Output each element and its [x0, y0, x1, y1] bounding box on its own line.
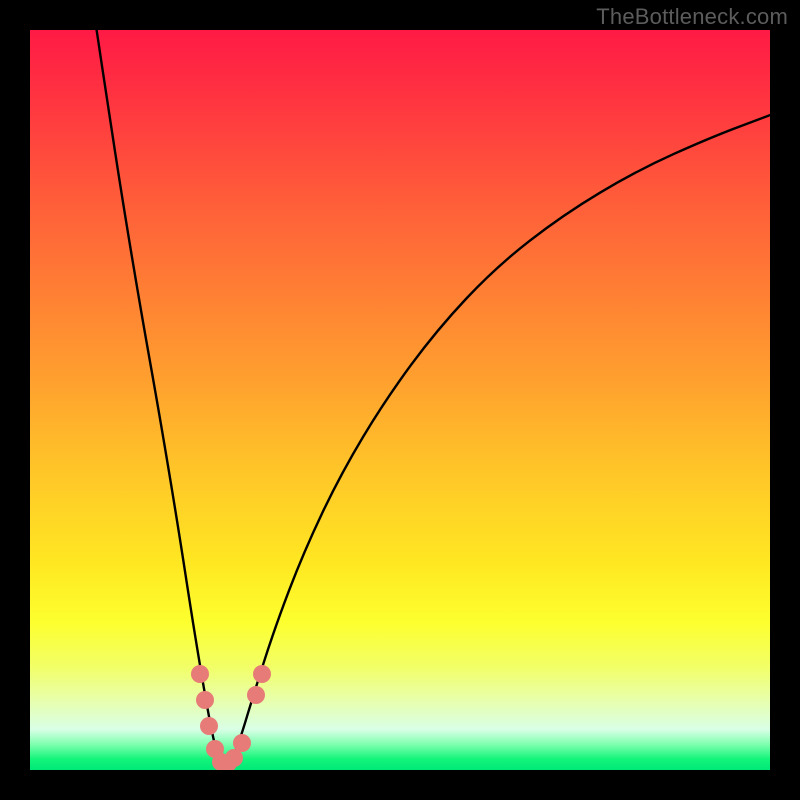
- chart-frame: TheBottleneck.com: [0, 0, 800, 800]
- data-dot: [200, 717, 218, 735]
- data-dot: [233, 734, 251, 752]
- data-dot: [253, 665, 271, 683]
- watermark-text: TheBottleneck.com: [596, 4, 788, 30]
- bottleneck-curve: [30, 30, 770, 770]
- data-dot: [191, 665, 209, 683]
- plot-area: [30, 30, 770, 770]
- data-dot: [247, 686, 265, 704]
- data-dot: [196, 691, 214, 709]
